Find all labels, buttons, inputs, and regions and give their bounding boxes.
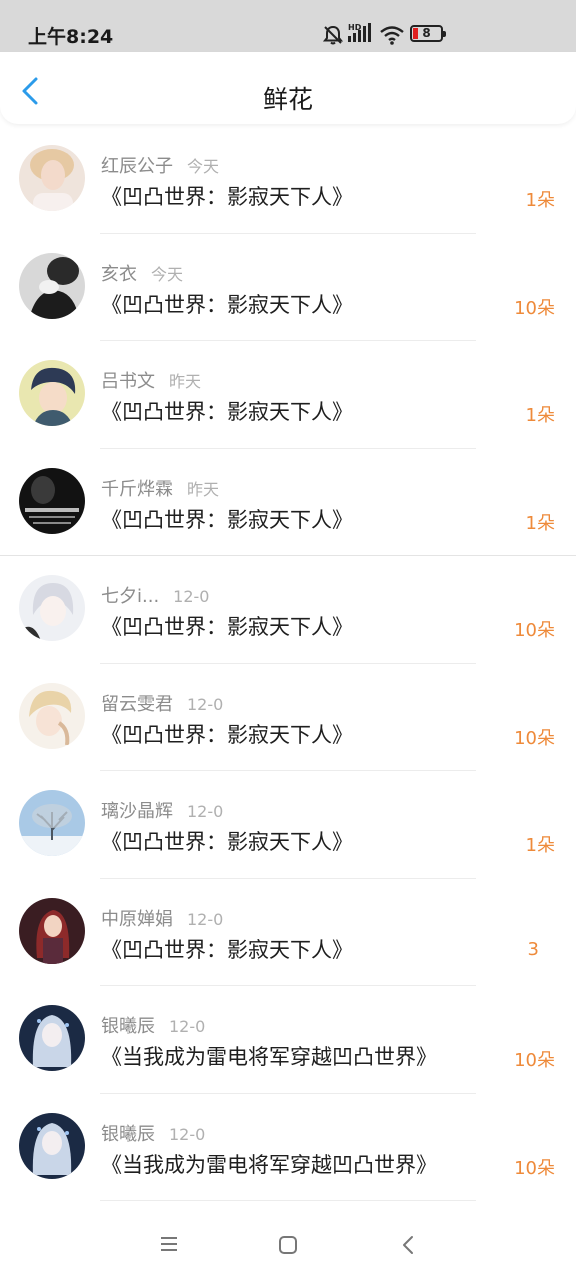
flower-count: 1朵: [525, 190, 555, 211]
hd-signal-icon: HD: [348, 23, 371, 42]
list-item[interactable]: 千斤烨霖 昨天 《凹凸世界：影寂天下人》 1朵: [0, 449, 576, 556]
avatar[interactable]: [19, 467, 85, 534]
book-title[interactable]: 《凹凸世界：影寂天下人》: [101, 826, 353, 856]
list-item[interactable]: 银曦辰 12-0 《当我成为雷电将军穿越凹凸世界》 10朵: [0, 986, 576, 1094]
list-item[interactable]: 红辰公子 今天 《凹凸世界：影寂天下人》 1朵: [0, 126, 576, 234]
flower-count: 3: [527, 938, 539, 960]
system-nav-bar: [0, 1210, 576, 1280]
book-title[interactable]: 《当我成为雷电将军穿越凹凸世界》: [101, 1041, 437, 1071]
book-title[interactable]: 《凹凸世界：影寂天下人》: [101, 504, 353, 534]
user-name: 银曦辰: [101, 1016, 155, 1037]
user-name: 吕书文: [101, 371, 155, 392]
battery-level: 8: [422, 26, 431, 40]
time-text: 昨天: [187, 479, 220, 499]
avatar[interactable]: [19, 682, 85, 749]
list-item[interactable]: 银曦辰 12-0 《当我成为雷电将军穿越凹凸世界》 10朵: [0, 1094, 576, 1201]
avatar[interactable]: [19, 575, 85, 641]
user-name: 璃沙晶辉: [101, 801, 173, 822]
avatar[interactable]: [19, 252, 85, 319]
user-name: 亥衣: [101, 263, 137, 285]
book-title[interactable]: 《凹凸世界：影寂天下人》: [101, 934, 353, 964]
avatar[interactable]: [19, 790, 85, 856]
book-title[interactable]: 《凹凸世界：影寂天下人》: [101, 181, 353, 211]
list-item[interactable]: 七夕i... 12-0 《凹凸世界：影寂天下人》 10朵: [0, 556, 576, 664]
flower-count: 1朵: [525, 405, 555, 426]
list-item[interactable]: 中原婵娟 12-0 《凹凸世界：影寂天下人》 3: [0, 879, 576, 986]
flower-count: 10朵: [514, 297, 555, 319]
list-item[interactable]: 璃沙晶辉 12-0 《凹凸世界：影寂天下人》 1朵: [0, 771, 576, 879]
user-name: 留云雯君: [101, 693, 173, 715]
divider: [100, 1200, 476, 1201]
time-text: 12-0: [187, 909, 224, 929]
flower-count: 1朵: [525, 835, 555, 856]
book-title[interactable]: 《当我成为雷电将军穿越凹凸世界》: [101, 1149, 437, 1179]
wifi-icon: [380, 26, 404, 45]
avatar[interactable]: [19, 897, 85, 964]
time-text: 12-0: [169, 1124, 206, 1144]
back-icon[interactable]: [400, 1235, 416, 1255]
user-name: 七夕i...: [101, 586, 160, 607]
avatar[interactable]: [19, 360, 85, 426]
list-item[interactable]: 吕书文 昨天 《凹凸世界：影寂天下人》 1朵: [0, 341, 576, 449]
avatar[interactable]: [19, 145, 85, 211]
status-time: 上午8:24: [28, 26, 114, 48]
book-title[interactable]: 《凹凸世界：影寂天下人》: [101, 396, 353, 426]
alarm-off-icon: [322, 25, 344, 45]
nav-bar: 鲜花: [0, 52, 576, 124]
time-text: 12-0: [173, 587, 210, 606]
user-name: 千斤烨霖: [101, 478, 173, 500]
book-title[interactable]: 《凹凸世界：影寂天下人》: [101, 719, 353, 749]
battery-icon: 8: [410, 25, 446, 42]
flower-count: 10朵: [514, 727, 555, 749]
user-name: 中原婵娟: [101, 908, 173, 930]
time-text: 12-0: [187, 802, 224, 821]
time-text: 今天: [187, 157, 220, 176]
user-name: 红辰公子: [101, 156, 173, 177]
flower-list: 红辰公子 今天 《凹凸世界：影寂天下人》 1朵 亥衣 今天 《凹凸世界：影寂天下人》…: [0, 126, 576, 1201]
flower-count: 1朵: [525, 512, 555, 534]
user-name: 银曦辰: [101, 1123, 155, 1145]
flower-count: 10朵: [514, 1050, 555, 1071]
flower-count: 10朵: [514, 1157, 555, 1179]
book-title[interactable]: 《凹凸世界：影寂天下人》: [101, 289, 353, 319]
home-square-icon[interactable]: [278, 1235, 298, 1255]
time-text: 昨天: [169, 372, 202, 391]
time-text: 12-0: [169, 1017, 206, 1036]
time-text: 12-0: [187, 694, 224, 714]
menu-icon[interactable]: [159, 1235, 179, 1253]
list-item[interactable]: 留云雯君 12-0 《凹凸世界：影寂天下人》 10朵: [0, 664, 576, 771]
status-bar: 上午8:24 HD 8: [0, 0, 576, 56]
list-item[interactable]: 亥衣 今天 《凹凸世界：影寂天下人》 10朵: [0, 234, 576, 341]
avatar[interactable]: [19, 1005, 85, 1071]
page-title: 鲜花: [262, 85, 313, 114]
flower-count: 10朵: [514, 620, 555, 641]
book-title[interactable]: 《凹凸世界：影寂天下人》: [101, 611, 353, 641]
time-text: 今天: [151, 264, 184, 284]
avatar[interactable]: [19, 1112, 85, 1179]
